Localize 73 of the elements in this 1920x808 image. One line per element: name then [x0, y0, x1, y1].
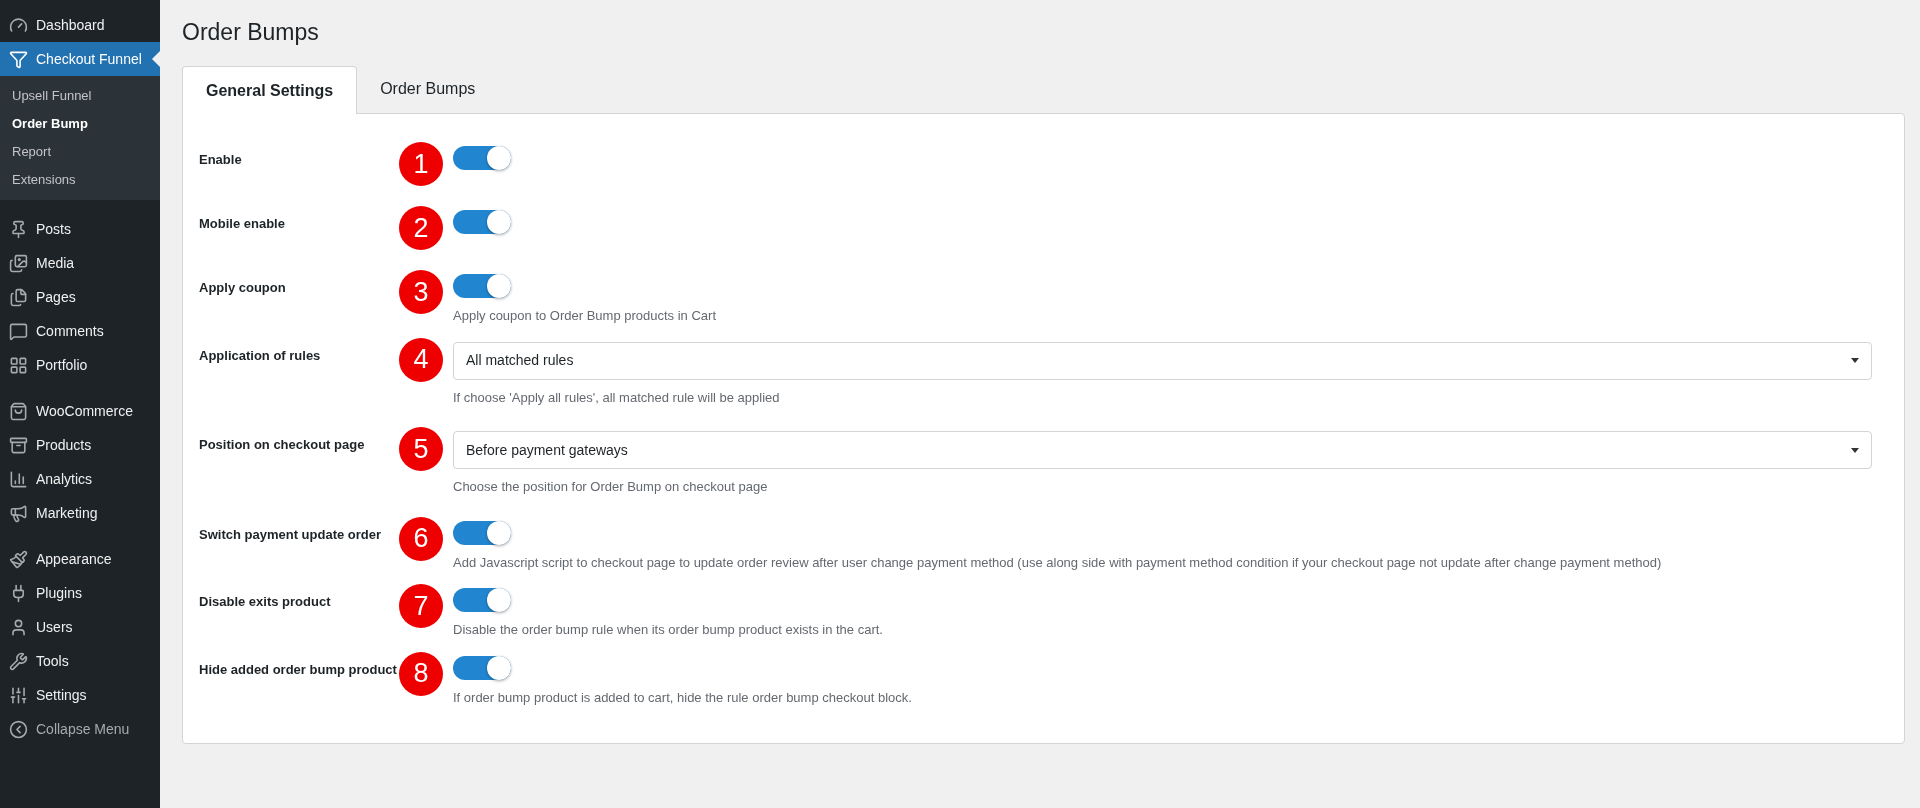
collapse-icon: [9, 719, 28, 739]
number-marker: 4: [399, 337, 443, 382]
images-icon: [9, 253, 28, 273]
help-text: Apply coupon to Order Bump products in Cart: [453, 307, 718, 325]
toggle-switch[interactable]: [453, 655, 511, 680]
menu-item[interactable]: Analytics: [0, 462, 160, 496]
submenu-item[interactable]: Upsell Funnel: [0, 82, 160, 110]
menu-item[interactable]: Products: [0, 428, 160, 462]
number-marker: 2: [399, 206, 443, 250]
menu-item[interactable]: Comments: [0, 314, 160, 348]
toggle-switch[interactable]: [453, 520, 511, 545]
pointer-icon: [152, 51, 160, 67]
help-text: If order bump product is added to cart, hide the rule order bump checkout block.: [453, 688, 913, 707]
menu-item[interactable]: Plugins: [0, 576, 160, 610]
menu-item[interactable]: Dashboard: [0, 8, 160, 42]
number-marker: 7: [399, 584, 443, 628]
setting-label: Enable: [199, 151, 243, 169]
menu-item[interactable]: Appearance: [0, 542, 160, 576]
grid-icon: [9, 355, 28, 375]
number-marker: 3: [399, 270, 443, 314]
archive-icon: [9, 435, 28, 455]
setting-label: Apply coupon: [199, 279, 287, 297]
menu-item[interactable]: WooCommerce: [0, 394, 160, 428]
toggle-switch[interactable]: [453, 146, 511, 170]
submenu-item[interactable]: Report: [0, 138, 160, 166]
megaphone-icon: [9, 503, 28, 523]
bag-icon: [9, 401, 28, 421]
wrench-icon: [9, 651, 28, 671]
menu-item[interactable]: Tools: [0, 644, 160, 678]
setting-label: Position on checkout page: [199, 436, 366, 454]
menu-item[interactable]: Posts: [0, 212, 160, 246]
toggle-switch[interactable]: [453, 274, 511, 298]
brush-icon: [9, 549, 28, 569]
sliders-icon: [9, 685, 28, 705]
toggle-switch[interactable]: [453, 210, 511, 234]
help-text: If choose 'Apply all rules', all matched rule will be applied: [453, 388, 781, 407]
submenu-item[interactable]: Extensions: [0, 166, 160, 194]
submenu-item[interactable]: Order Bump: [0, 110, 160, 138]
pages-icon: [9, 287, 28, 307]
tab[interactable]: Order Bumps: [357, 65, 499, 113]
number-marker: 8: [399, 651, 443, 696]
menu-item[interactable]: Pages: [0, 280, 160, 314]
pin-icon: [9, 219, 28, 239]
menu-item[interactable]: Checkout Funnel: [0, 42, 160, 76]
funnel-icon: [9, 49, 28, 69]
user-icon: [9, 617, 28, 637]
menu-item[interactable]: Marketing: [0, 496, 160, 530]
tab[interactable]: General Settings: [182, 66, 358, 114]
setting-label: Disable exits product: [199, 593, 332, 611]
help-text: Add Javascript script to checkout page to update order review after user change payment method (use along side with payment method condition if your checkout page not update after change payment method): [453, 553, 1663, 572]
number-marker: 5: [399, 427, 443, 471]
menu-item[interactable]: Portfolio: [0, 348, 160, 382]
help-text: Disable the order bump rule when its order bump product exists in the cart.: [453, 621, 884, 639]
caret-icon: [1851, 447, 1859, 453]
setting-label: Hide added order bump product: [199, 660, 398, 679]
toggle-switch[interactable]: [453, 588, 511, 612]
setting-label: Application of rules: [199, 346, 322, 365]
number-marker: 1: [399, 142, 443, 186]
page-title: Order Bumps: [182, 18, 319, 47]
menu-item[interactable]: Users: [0, 610, 160, 644]
select-field[interactable]: Before payment gateways: [453, 431, 1872, 469]
gauge-icon: [9, 15, 28, 35]
comment-icon: [9, 321, 28, 341]
menu-item[interactable]: Media: [0, 246, 160, 280]
select-field[interactable]: All matched rules: [453, 341, 1872, 380]
bar-chart-icon: [9, 469, 28, 489]
setting-label: Mobile enable: [199, 215, 286, 233]
help-text: Choose the position for Order Bump on checkout page: [453, 478, 769, 496]
number-marker: 6: [399, 516, 443, 561]
setting-label: Switch payment update order: [199, 525, 383, 544]
caret-icon: [1851, 358, 1859, 363]
collapse-menu-button[interactable]: Collapse Menu: [0, 712, 160, 746]
menu-item[interactable]: Settings: [0, 678, 160, 712]
